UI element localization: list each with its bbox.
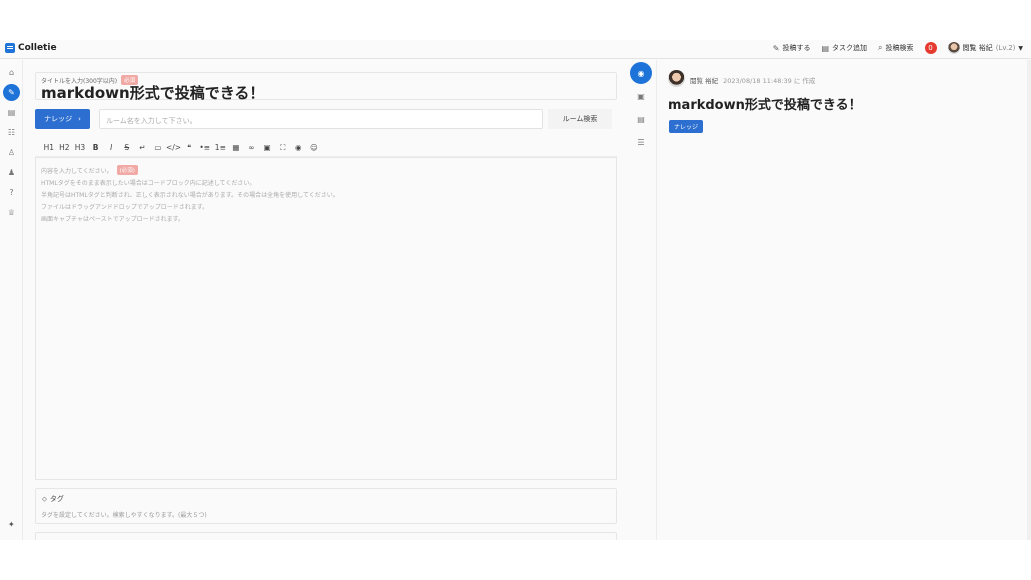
italic-button[interactable]: I: [103, 143, 119, 152]
preview-button[interactable]: ◉: [291, 143, 307, 152]
app-name: Colletie: [18, 43, 57, 53]
list-icon[interactable]: ☰: [630, 131, 652, 153]
post-button[interactable]: ✎ 投稿する: [773, 43, 811, 53]
preview-title: markdown形式で投稿できる！: [668, 98, 862, 113]
post-label: 投稿する: [782, 44, 811, 52]
author-avatar: [668, 70, 685, 87]
help-icon[interactable]: ?: [3, 184, 20, 201]
image-icon[interactable]: ▣: [630, 85, 652, 107]
tag-label: タグ: [49, 495, 64, 503]
users-icon[interactable]: ♟: [3, 164, 20, 181]
scrollbar[interactable]: [1027, 60, 1031, 540]
preview-kind-badge: ナレッジ: [669, 120, 704, 133]
app-logo[interactable]: Colletie: [5, 43, 57, 53]
kind-label: ナレッジ: [44, 115, 73, 123]
add-task-button[interactable]: ▤ タスク追加: [821, 43, 867, 53]
chevron-down-icon: ▼: [1018, 44, 1023, 52]
markdown-toolbar: H1 H2 H3 B I S ↵ ▭ </> ❝ •≡ 1≡ ▦ ∞ ▣ ⛶ ◉…: [35, 139, 617, 157]
group-icon[interactable]: ☷: [3, 124, 20, 141]
bold-button[interactable]: B: [88, 143, 104, 152]
quote-button[interactable]: ❝: [181, 143, 197, 152]
room-input[interactable]: ルーム名を入力して下さい。: [99, 109, 543, 129]
content-placeholder-text: 内容を入力してください。: [41, 167, 113, 175]
user-menu[interactable]: 閲覧 裕紀 (Lv.2) ▼: [947, 42, 1023, 54]
title-field[interactable]: タイトルを入力(300字以内) 必須 markdown形式で投稿できる！: [35, 72, 617, 103]
sidebar-rail: ⌂ ✎ ▤ ☷ ♙ ♟ ? ♕: [0, 60, 23, 540]
line-break-button[interactable]: ↵: [135, 143, 151, 152]
code-button[interactable]: </>: [166, 143, 182, 152]
user-name: 閲覧 裕紀: [962, 44, 993, 52]
title-value[interactable]: markdown形式で投稿できる！: [41, 82, 264, 103]
tag-field[interactable]: ⬦ タグ タグを設定してください。検索しやすくなります。(最大５つ): [35, 488, 617, 524]
room-search-button[interactable]: ルーム検索: [548, 109, 612, 129]
h2-button[interactable]: H2: [57, 143, 73, 152]
link-button[interactable]: ∞: [244, 143, 260, 152]
bullet-list-button[interactable]: •≡: [197, 143, 213, 152]
table-button[interactable]: ▦: [228, 143, 244, 152]
horizontal-rule-button[interactable]: ▭: [150, 143, 166, 152]
content-editor[interactable]: 内容を入力してください。 (必須) HTMLタグをそのまま表示したい場合はコード…: [35, 157, 617, 480]
hint-line: 画面キャプチャはペーストでアップロードされます。: [41, 216, 185, 223]
header-nav: ✎ 投稿する ▤ タスク追加 ⌕ 投稿検索 0 閲覧 裕紀 (Lv.2) ▼: [773, 42, 1023, 54]
user-icon[interactable]: ♙: [3, 144, 20, 161]
top-header: Colletie ✎ 投稿する ▤ タスク追加 ⌕ 投稿検索 0 閲覧 裕紀 (…: [0, 40, 1031, 59]
strikethrough-button[interactable]: S: [119, 143, 135, 152]
document-icon[interactable]: ▤: [630, 108, 652, 130]
post-search-label: 投稿検索: [885, 44, 914, 52]
next-section: [35, 532, 617, 540]
numbered-list-button[interactable]: 1≡: [213, 143, 229, 152]
avatar: [947, 42, 960, 54]
eye-icon[interactable]: ◉: [630, 62, 652, 84]
trophy-icon[interactable]: ♕: [3, 204, 20, 221]
hint-line: 半角記号はHTMLタグと判断され、正しく表示されない場合があります。その場合は全…: [41, 192, 339, 199]
chevron-right-icon: ›: [78, 115, 81, 123]
post-date: 2023/08/18 11:48:39 に 作成: [723, 77, 816, 85]
post-search-button[interactable]: ⌕ 投稿検索: [878, 43, 913, 53]
hint-line: HTMLタグをそのまま表示したい場合はコードブロック内に記述してください。: [41, 180, 256, 187]
hint-line: ファイルはドラッグアンドドロップでアップロードされます。: [41, 204, 209, 211]
notification-badge[interactable]: 0: [924, 42, 937, 54]
search-icon: ⌕: [878, 43, 883, 52]
tag-placeholder: タグを設定してください。検索しやすくなります。(最大５つ): [41, 512, 207, 519]
document-icon[interactable]: ▤: [3, 104, 20, 121]
fullscreen-button[interactable]: ⛶: [275, 143, 291, 153]
edit-icon: ✎: [772, 43, 780, 53]
h3-button[interactable]: H3: [72, 143, 88, 152]
pin-icon[interactable]: ✦: [8, 520, 15, 529]
tag-icon: ⬦: [42, 494, 47, 503]
image-button[interactable]: ▣: [259, 143, 275, 152]
h1-button[interactable]: H1: [41, 143, 57, 152]
edit-icon[interactable]: ✎: [3, 84, 20, 101]
content-required-badge: (必須): [116, 165, 138, 175]
kind-button[interactable]: ナレッジ ›: [35, 109, 90, 129]
home-icon[interactable]: ⌂: [3, 64, 20, 81]
post-meta: 閲覧 裕紀 2023/08/18 11:48:39 に 作成: [690, 75, 815, 85]
emoji-button[interactable]: ☺: [306, 143, 322, 152]
add-task-label: タスク追加: [832, 44, 868, 52]
app-frame: Colletie ✎ 投稿する ▤ タスク追加 ⌕ 投稿検索 0 閲覧 裕紀 (…: [0, 40, 1031, 540]
task-icon: ▤: [821, 43, 830, 53]
content-placeholder: 内容を入力してください。 (必須): [41, 165, 138, 175]
tag-header: ⬦ タグ: [42, 494, 64, 504]
user-level: (Lv.2): [995, 44, 1016, 52]
author-name: 閲覧 裕紀: [690, 77, 719, 85]
logo-icon: [5, 43, 15, 53]
